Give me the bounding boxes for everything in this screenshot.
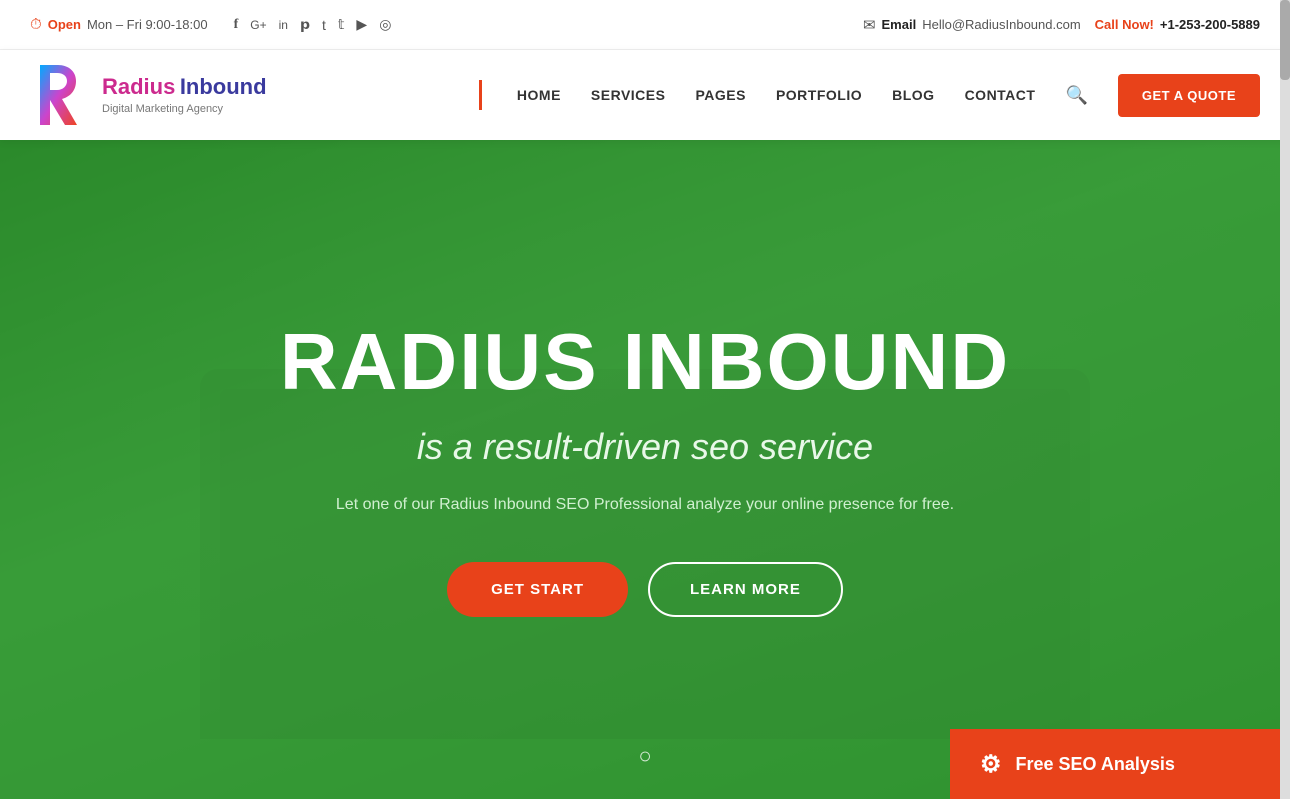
navbar: Radius Inbound Digital Marketing Agency …	[0, 50, 1290, 140]
email-label: Email	[882, 17, 917, 32]
seo-label: Free SEO Analysis	[1016, 754, 1175, 775]
get-start-button[interactable]: GET START	[447, 562, 628, 617]
nav-active-indicator	[479, 80, 482, 110]
top-bar: ⏱ Open Mon – Fri 9:00-18:00 f G+ in 𝗽 t …	[0, 0, 1290, 50]
hours-text: Mon – Fri 9:00-18:00	[87, 17, 208, 32]
hero-title: RADIUS INBOUND	[280, 322, 1010, 402]
call-label: Call Now!	[1095, 17, 1154, 32]
nav-item-portfolio[interactable]: PORTFOLIO	[776, 87, 862, 103]
tagline: Digital Marketing Agency	[102, 103, 267, 116]
nav-menu: HOME SERVICES PAGES PORTFOLIO BLOG CONTA…	[479, 74, 1260, 117]
scrollbar[interactable]	[1280, 0, 1290, 799]
clock-icon: ⏱	[30, 16, 42, 33]
instagram-icon[interactable]: ◎	[379, 16, 391, 33]
google-plus-icon[interactable]: G+	[250, 18, 266, 32]
get-quote-button[interactable]: GET A QUOTE	[1118, 74, 1260, 117]
twitter-icon[interactable]: 𝕥	[338, 16, 345, 33]
mail-icon: ✉	[863, 16, 876, 34]
search-icon[interactable]: 🔍	[1065, 85, 1087, 106]
hero-subtitle: is a result-driven seo service	[280, 426, 1010, 468]
seo-analysis-bar[interactable]: ⚙ Free SEO Analysis	[950, 729, 1290, 799]
nav-item-contact[interactable]: CONTACT	[965, 87, 1036, 103]
brand-radius: Radius	[102, 74, 175, 99]
phone-number: +1-253-200-5889	[1160, 17, 1260, 32]
hero-section: RADIUS INBOUND is a result-driven seo se…	[0, 140, 1290, 799]
logo-area: Radius Inbound Digital Marketing Agency	[30, 55, 267, 135]
brand-inbound: Inbound	[180, 74, 267, 99]
top-bar-right: ✉ Email Hello@RadiusInbound.com Call Now…	[863, 16, 1260, 34]
scrollbar-thumb[interactable]	[1280, 0, 1290, 80]
tumblr-icon[interactable]: t	[322, 17, 326, 33]
social-icons: f G+ in 𝗽 t 𝕥 ▶ ◎	[234, 16, 392, 33]
nav-item-services[interactable]: SERVICES	[591, 87, 666, 103]
hero-description: Let one of our Radius Inbound SEO Profes…	[280, 492, 1010, 518]
seo-gear-icon: ⚙	[980, 750, 1002, 779]
hero-content: RADIUS INBOUND is a result-driven seo se…	[240, 322, 1050, 617]
youtube-icon[interactable]: ▶	[356, 16, 367, 33]
pinterest-icon[interactable]: 𝗽	[300, 16, 310, 33]
linkedin-icon[interactable]: in	[279, 18, 288, 32]
facebook-icon[interactable]: f	[234, 17, 239, 33]
scroll-indicator[interactable]: ○	[638, 743, 651, 769]
open-label: Open	[48, 17, 81, 32]
logo-icon	[30, 55, 90, 135]
hero-buttons: GET START LEARN MORE	[280, 562, 1010, 617]
email-address: Hello@RadiusInbound.com	[922, 17, 1080, 32]
learn-more-button[interactable]: LEARN MORE	[648, 562, 843, 617]
nav-item-blog[interactable]: BLOG	[892, 87, 934, 103]
nav-item-pages[interactable]: PAGES	[695, 87, 745, 103]
top-bar-left: ⏱ Open Mon – Fri 9:00-18:00 f G+ in 𝗽 t …	[30, 16, 391, 33]
logo-text: Radius Inbound Digital Marketing Agency	[102, 74, 267, 116]
nav-item-home[interactable]: HOME	[517, 87, 561, 103]
